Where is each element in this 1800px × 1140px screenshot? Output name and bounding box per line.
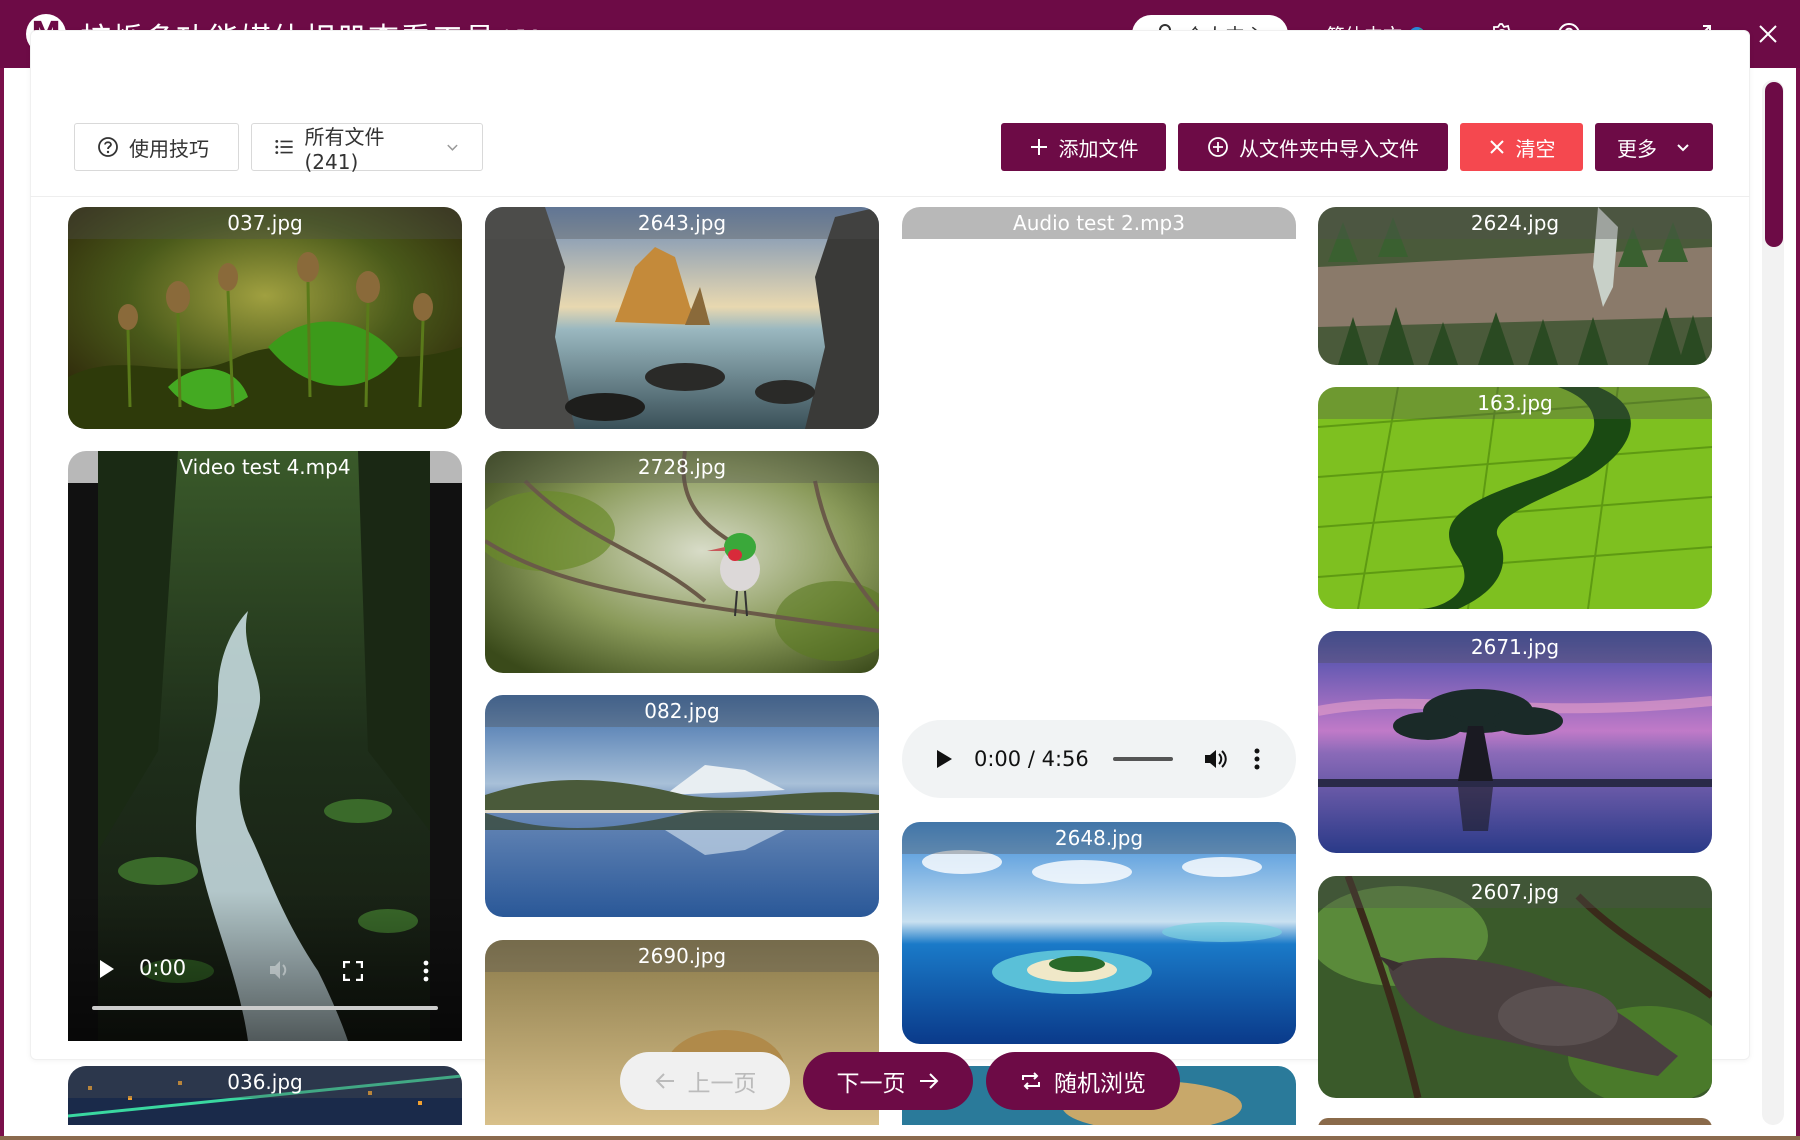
media-card-title: 2624.jpg bbox=[1318, 207, 1712, 239]
toolbar-divider bbox=[30, 196, 1750, 197]
more-button[interactable]: 更多 bbox=[1595, 123, 1713, 171]
media-card-title: 2643.jpg bbox=[485, 207, 879, 239]
media-card-title: 037.jpg bbox=[68, 207, 462, 239]
close-icon[interactable] bbox=[1752, 18, 1784, 50]
close-icon bbox=[1489, 140, 1504, 154]
media-card-title: Video test 4.mp4 bbox=[179, 455, 351, 479]
next-page-button[interactable]: 下一页 bbox=[803, 1052, 973, 1110]
tips-label: 使用技巧 bbox=[129, 136, 209, 161]
play-icon[interactable] bbox=[934, 748, 954, 770]
media-card-title: 082.jpg bbox=[485, 695, 879, 727]
more-label: 更多 bbox=[1617, 136, 1657, 161]
audio-card-title: Audio test 2.mp3 bbox=[902, 207, 1296, 239]
arrow-left-icon bbox=[655, 1073, 674, 1089]
random-browse-label: 随机浏览 bbox=[1054, 1071, 1146, 1097]
plus-icon bbox=[1030, 139, 1047, 155]
media-card[interactable]: 036.jpg bbox=[68, 1066, 462, 1125]
add-files-label: 添加文件 bbox=[1058, 136, 1139, 161]
image-thumbnail bbox=[1318, 876, 1712, 1098]
media-card[interactable]: 2607.jpg bbox=[1318, 876, 1712, 1098]
media-card-title: 2690.jpg bbox=[485, 940, 879, 972]
media-card[interactable]: 2648.jpg bbox=[902, 822, 1296, 1044]
media-card-title: 2728.jpg bbox=[485, 451, 879, 483]
import-folder-button[interactable]: 从文件夹中导入文件 bbox=[1178, 123, 1448, 171]
media-card-title: 2648.jpg bbox=[902, 822, 1296, 854]
audio-progress-bar[interactable] bbox=[1112, 757, 1173, 761]
image-thumbnail bbox=[485, 695, 879, 917]
more-vertical-icon[interactable] bbox=[422, 960, 430, 982]
clear-button[interactable]: 清空 bbox=[1460, 123, 1583, 171]
play-icon[interactable] bbox=[98, 959, 116, 979]
plus-circle-icon bbox=[1208, 137, 1228, 157]
video-progress-bar[interactable] bbox=[92, 1006, 438, 1010]
file-filter-label: 所有文件 (241) bbox=[304, 124, 385, 174]
more-vertical-icon[interactable] bbox=[1253, 747, 1261, 771]
image-thumbnail bbox=[902, 822, 1296, 1044]
media-card-title: 036.jpg bbox=[68, 1066, 462, 1098]
media-card-title: 2671.jpg bbox=[1318, 631, 1712, 663]
image-thumbnail bbox=[485, 451, 879, 673]
file-filter-select[interactable]: 所有文件 (241) bbox=[251, 123, 483, 174]
prev-page-label: 上一页 bbox=[687, 1071, 757, 1097]
scrollbar-thumb[interactable] bbox=[1765, 82, 1783, 247]
random-browse-button[interactable]: 随机浏览 bbox=[986, 1052, 1180, 1110]
image-thumbnail bbox=[485, 207, 879, 429]
media-card[interactable]: 037.jpg bbox=[68, 207, 462, 429]
chevron-down-icon bbox=[447, 144, 458, 151]
arrow-right-icon bbox=[919, 1073, 938, 1089]
media-card[interactable]: 2643.jpg bbox=[485, 207, 879, 429]
video-controls-overlay bbox=[68, 891, 462, 1041]
media-card-title: 163.jpg bbox=[1318, 387, 1712, 419]
add-files-button[interactable]: 添加文件 bbox=[1001, 123, 1166, 171]
media-card[interactable]: 2728.jpg bbox=[485, 451, 879, 673]
next-page-label: 下一页 bbox=[836, 1071, 906, 1097]
tips-button[interactable]: 使用技巧 bbox=[74, 123, 239, 171]
repeat-icon bbox=[1022, 1072, 1040, 1090]
panel-bottom bbox=[4, 1125, 1796, 1136]
chevron-down-icon bbox=[1677, 144, 1689, 152]
video-time: 0:00 bbox=[139, 956, 187, 980]
fullscreen-icon[interactable] bbox=[343, 961, 363, 981]
media-card[interactable]: 082.jpg bbox=[485, 695, 879, 917]
video-card[interactable]: Video test 4.mp4 0:00 bbox=[68, 451, 462, 1041]
audio-player[interactable]: 0:00 / 4:56 bbox=[902, 720, 1296, 798]
media-card-title: 2607.jpg bbox=[1318, 876, 1712, 908]
question-circle-icon bbox=[98, 137, 118, 157]
audio-time: 0:00 / 4:56 bbox=[974, 747, 1089, 771]
prev-page-button[interactable]: 上一页 bbox=[620, 1052, 790, 1110]
media-card[interactable]: 2624.jpg bbox=[1318, 207, 1712, 365]
image-thumbnail bbox=[68, 207, 462, 429]
list-icon bbox=[275, 140, 293, 154]
image-thumbnail bbox=[1318, 387, 1712, 609]
media-card[interactable]: 2671.jpg bbox=[1318, 631, 1712, 853]
volume-icon[interactable] bbox=[268, 959, 292, 981]
window-bottom-edge bbox=[0, 1136, 1800, 1140]
image-thumbnail bbox=[1318, 631, 1712, 853]
volume-icon[interactable] bbox=[1203, 747, 1229, 771]
media-card[interactable]: 163.jpg bbox=[1318, 387, 1712, 609]
clear-label: 清空 bbox=[1515, 136, 1556, 161]
import-folder-label: 从文件夹中导入文件 bbox=[1239, 136, 1419, 161]
